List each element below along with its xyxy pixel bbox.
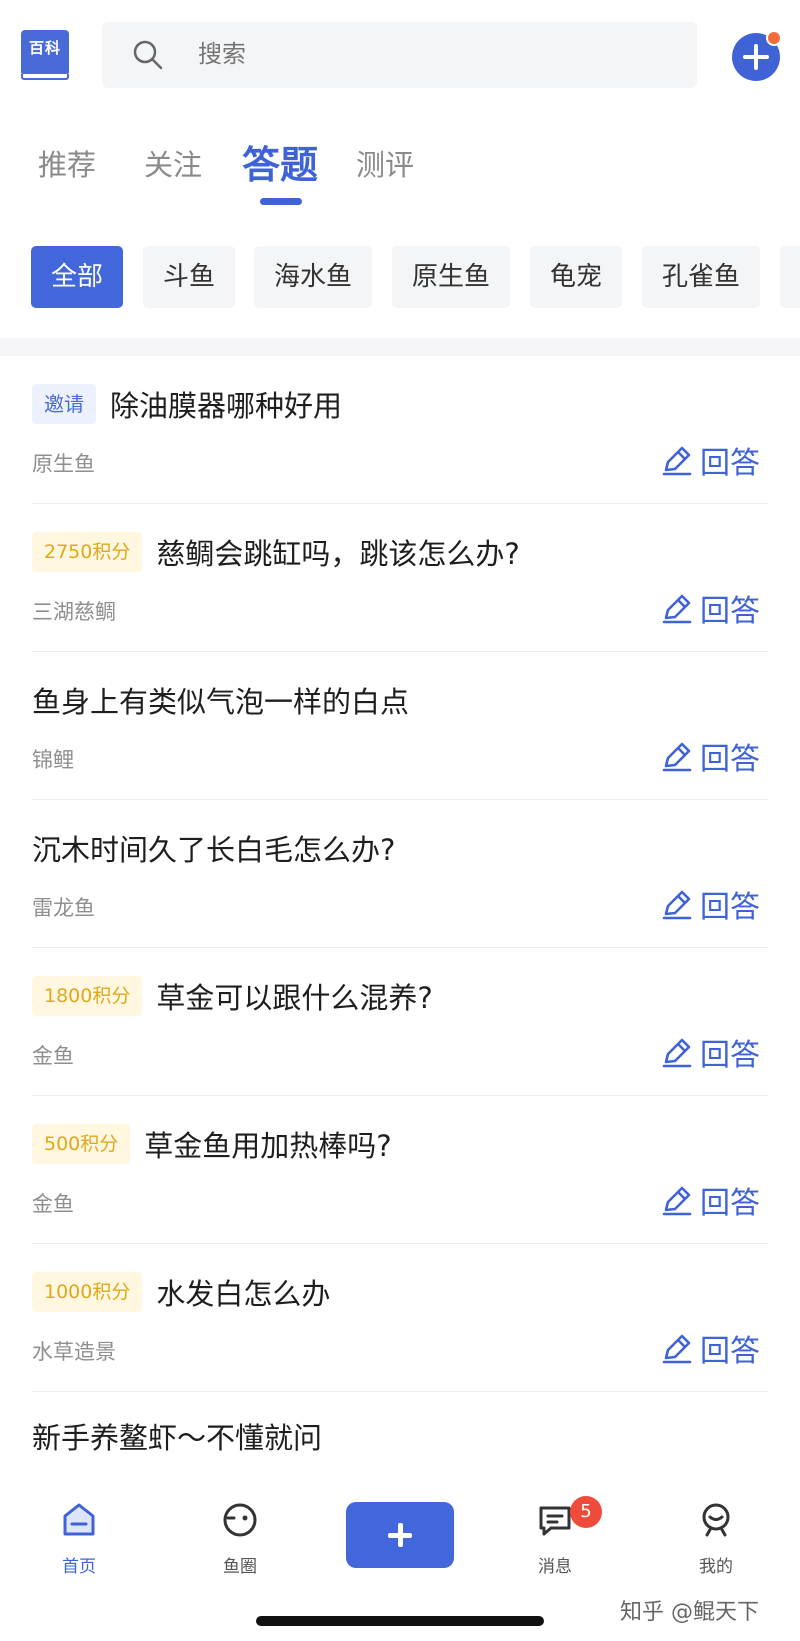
home-indicator[interactable] [256, 1616, 544, 1626]
encyclopedia-logo-icon[interactable]: 百科 [21, 30, 69, 80]
notification-dot [766, 30, 782, 46]
question-title[interactable]: 鱼身上有类似气泡一样的白点 [32, 679, 409, 721]
pen-icon [662, 1334, 692, 1364]
question-tag[interactable]: 金鱼 [32, 1040, 74, 1070]
question-title[interactable]: 新手养鳌虾～不懂就问 [32, 1415, 322, 1457]
search-bar[interactable] [102, 22, 697, 88]
answer-label: 回答 [700, 742, 760, 777]
category-chips: 全部 斗鱼 海水鱼 原生鱼 龟宠 孔雀鱼 水 [0, 246, 800, 310]
question-tag[interactable]: 锦鲤 [32, 744, 74, 774]
nav-home[interactable]: 首页 [34, 1500, 124, 1577]
answer-button[interactable]: 回答 [660, 1328, 760, 1369]
question-item[interactable]: 新手养鳌虾～不懂就问 [0, 1392, 800, 1478]
answer-button[interactable]: 回答 [660, 1180, 760, 1221]
content-tabs: 推荐 关注 答题 测评 [0, 130, 800, 210]
points-badge: 1000积分 [32, 1272, 143, 1312]
tab-answer[interactable]: 答题 [242, 134, 318, 189]
chip-native-fish[interactable]: 原生鱼 [392, 246, 511, 308]
question-item[interactable]: 鱼身上有类似气泡一样的白点 锦鲤 回答 [0, 652, 800, 800]
question-title[interactable]: 沉木时间久了长白毛怎么办? [32, 827, 395, 869]
question-tag[interactable]: 原生鱼 [32, 448, 95, 478]
watermark: 知乎 @鲲天下 [620, 1600, 759, 1625]
chip-guppy[interactable]: 孔雀鱼 [642, 246, 761, 308]
question-item[interactable]: 1800积分 草金可以跟什么混养? 金鱼 回答 [0, 948, 800, 1096]
search-input[interactable] [198, 40, 598, 68]
nav-fish-circle[interactable]: 鱼圈 [195, 1500, 285, 1577]
answer-label: 回答 [700, 1038, 760, 1073]
points-badge: 500积分 [32, 1124, 131, 1164]
question-item[interactable]: 1000积分 水发白怎么办 水草造景 回答 [0, 1244, 800, 1392]
question-title[interactable]: 除油膜器哪种好用 [110, 383, 342, 425]
message-count-badge: 5 [570, 1496, 602, 1528]
answer-button[interactable]: 回答 [660, 1032, 760, 1073]
tab-follow[interactable]: 关注 [144, 142, 202, 184]
chip-more[interactable]: 水 [780, 246, 800, 308]
search-icon [133, 40, 163, 70]
pen-icon [662, 742, 692, 772]
pen-icon [662, 890, 692, 920]
answer-label: 回答 [700, 1186, 760, 1221]
tab-review[interactable]: 测评 [356, 142, 414, 184]
question-title[interactable]: 草金鱼用加热棒吗? [144, 1123, 391, 1165]
question-item[interactable]: 2750积分 慈鲷会跳缸吗，跳该怎么办? 三湖慈鲷 回答 [0, 504, 800, 652]
question-item[interactable]: 邀请 除油膜器哪种好用 原生鱼 回答 [0, 356, 800, 504]
chip-all[interactable]: 全部 [31, 246, 124, 308]
logo-text: 百科 [28, 39, 61, 57]
pen-icon [662, 1186, 692, 1216]
points-badge: 2750积分 [32, 532, 143, 572]
question-tag[interactable]: 金鱼 [32, 1188, 74, 1218]
pen-icon [662, 594, 692, 624]
answer-button[interactable]: 回答 [660, 884, 760, 925]
chip-marine-fish[interactable]: 海水鱼 [254, 246, 373, 308]
question-tag[interactable]: 水草造景 [32, 1336, 116, 1366]
nav-me[interactable]: 我的 [671, 1500, 761, 1577]
pen-icon [662, 1038, 692, 1068]
publish-button[interactable] [346, 1502, 454, 1568]
answer-button[interactable]: 回答 [660, 440, 760, 481]
answer-label: 回答 [700, 594, 760, 629]
answer-button[interactable]: 回答 [660, 736, 760, 777]
message-icon [539, 1506, 571, 1536]
nav-home-label: 首页 [62, 1557, 96, 1577]
question-tag[interactable]: 三湖慈鲷 [32, 596, 116, 626]
profile-icon [702, 1503, 730, 1537]
top-bar: 百科 [0, 0, 800, 112]
question-tag[interactable]: 雷龙鱼 [32, 892, 95, 922]
points-badge: 1800积分 [32, 976, 143, 1016]
question-title[interactable]: 草金可以跟什么混养? [156, 975, 432, 1017]
tab-recommend[interactable]: 推荐 [38, 142, 96, 184]
chip-betta[interactable]: 斗鱼 [143, 246, 236, 308]
question-title[interactable]: 水发白怎么办 [156, 1271, 330, 1313]
answer-label: 回答 [700, 446, 760, 481]
answer-label: 回答 [700, 890, 760, 925]
nav-fish-circle-label: 鱼圈 [223, 1557, 257, 1577]
pen-icon [662, 446, 692, 476]
nav-messages-label: 消息 [538, 1557, 572, 1577]
answer-button[interactable]: 回答 [660, 588, 760, 629]
question-title[interactable]: 慈鲷会跳缸吗，跳该怎么办? [156, 531, 519, 573]
chip-turtle[interactable]: 龟宠 [530, 246, 623, 308]
section-divider [0, 338, 800, 356]
question-item[interactable]: 沉木时间久了长白毛怎么办? 雷龙鱼 回答 [0, 800, 800, 948]
question-item[interactable]: 500积分 草金鱼用加热棒吗? 金鱼 回答 [0, 1096, 800, 1244]
home-icon [63, 1503, 95, 1536]
invite-badge: 邀请 [32, 384, 96, 424]
fish-circle-icon [223, 1503, 257, 1537]
nav-me-label: 我的 [699, 1557, 733, 1577]
answer-label: 回答 [700, 1334, 760, 1369]
active-tab-indicator [260, 198, 302, 205]
